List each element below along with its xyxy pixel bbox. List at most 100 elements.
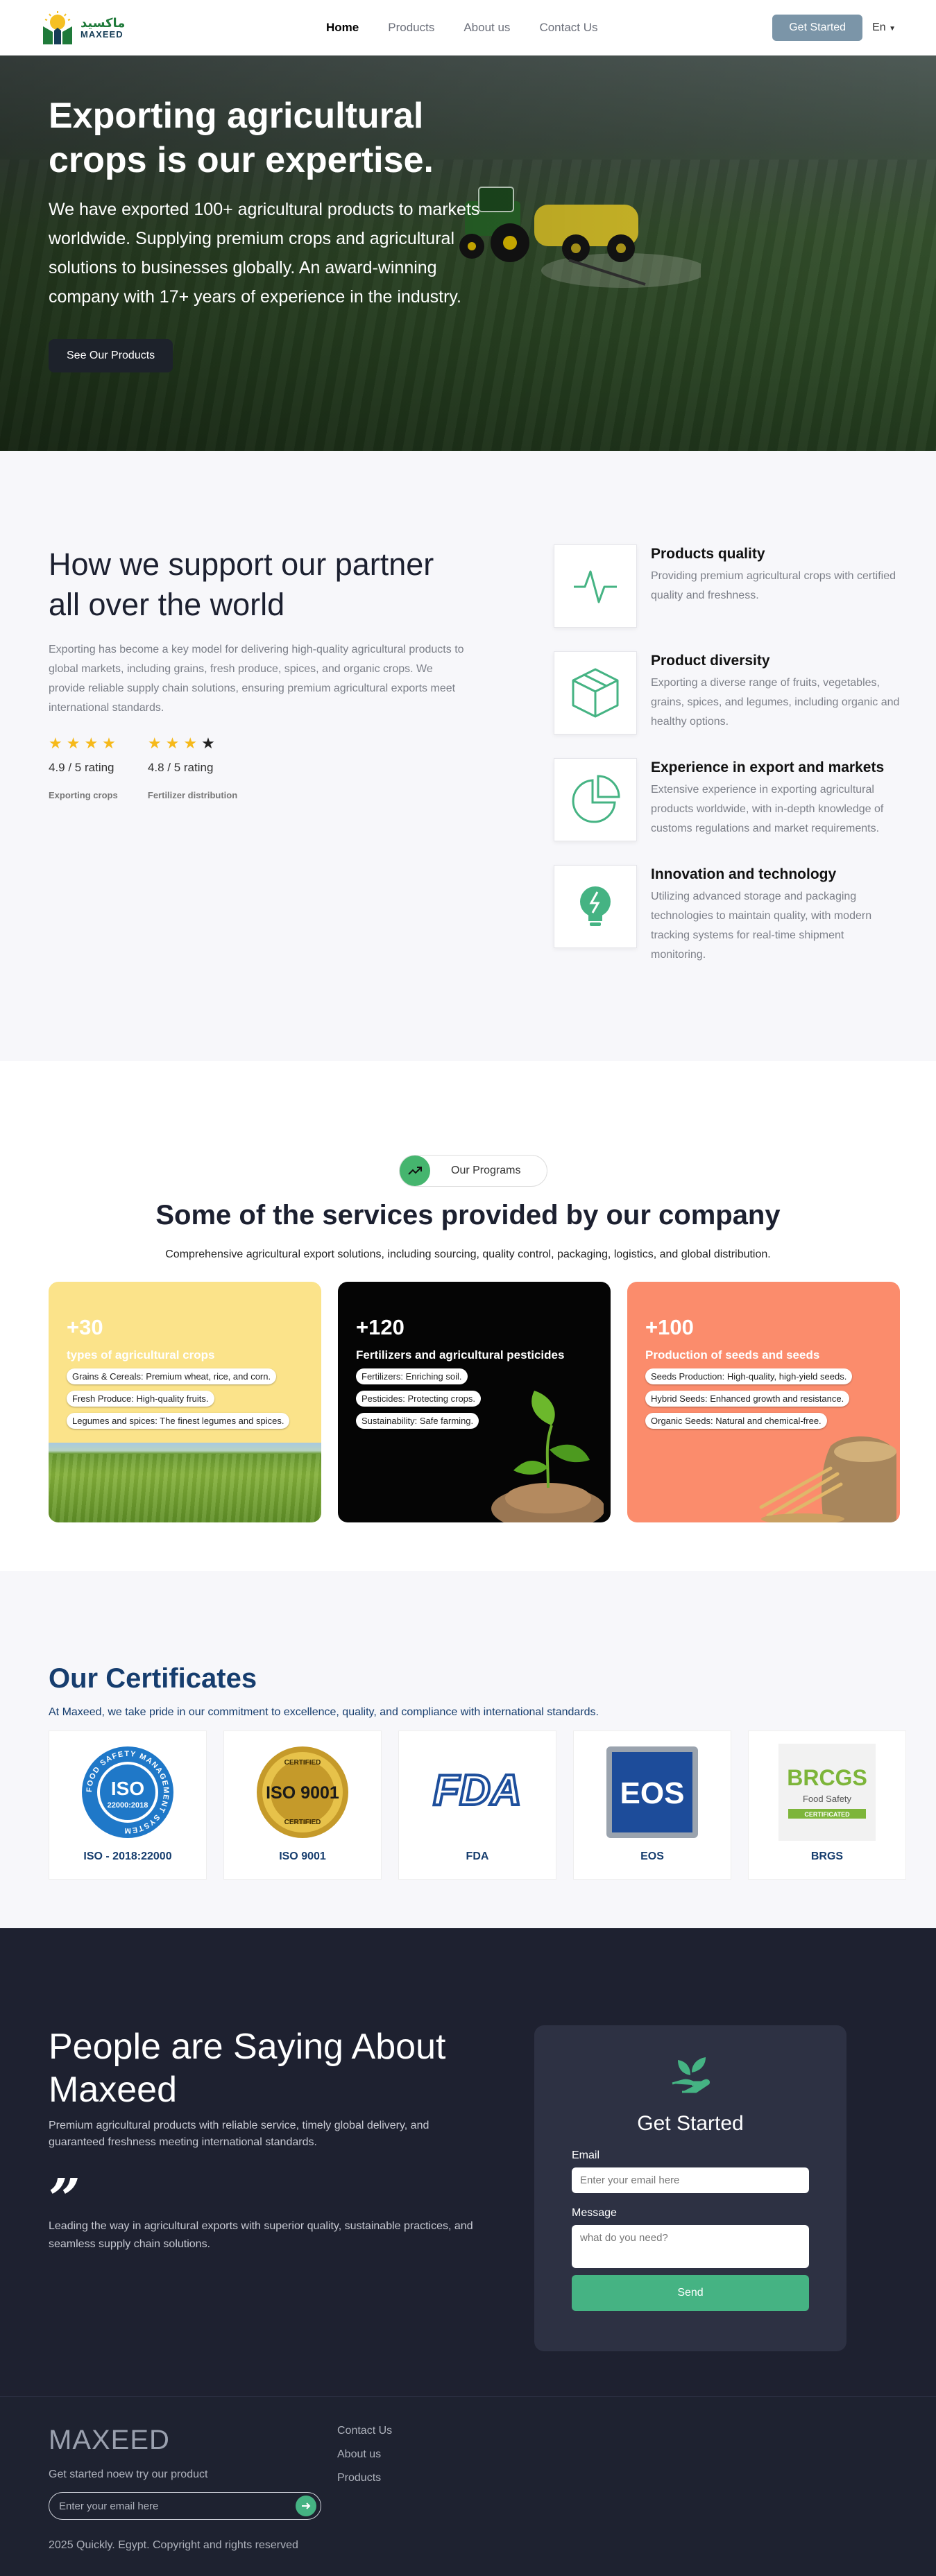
rating-value: 4.8 / 5 rating (147, 761, 214, 774)
lightbulb-icon (580, 886, 611, 926)
pie-chart-icon (572, 775, 620, 823)
footer-link-products[interactable]: Products (337, 2472, 392, 2484)
sprout-pellets-image (491, 1391, 604, 1522)
card-title: Production of seeds and seeds (645, 1348, 820, 1362)
service-card-seeds[interactable]: +100 Production of seeds and seeds Seeds… (627, 1282, 900, 1522)
programs-pill-label: Our Programs (451, 1165, 521, 1176)
card-title: types of agricultural crops (67, 1348, 215, 1362)
services-subtitle: Comprehensive agricultural export soluti… (165, 1248, 771, 1260)
card-item: Pesticides: Protecting crops. (356, 1391, 482, 1407)
certificates-section: Our Certificates At Maxeed, we take prid… (0, 1571, 936, 1928)
get-started-button[interactable]: Get Started (772, 15, 863, 41)
card-item: Sustainability: Safe farming. (356, 1413, 479, 1429)
caret-down-icon: ▼ (889, 25, 896, 33)
footer-link-contact[interactable]: Contact Us (337, 2425, 392, 2437)
language-selector[interactable]: En ▼ (872, 22, 896, 34)
footer: MAXEED Get started noew try our product … (0, 2396, 936, 2576)
feature-title: Product diversity (651, 653, 770, 669)
fda-logo-text: FDA (433, 1767, 521, 1814)
brcgs-ribbon-text: CERTIFICATED (804, 1811, 850, 1818)
arrow-right-icon[interactable] (296, 2496, 316, 2516)
footer-link-about[interactable]: About us (337, 2448, 392, 2461)
nav-link-contact[interactable]: Contact Us (539, 21, 597, 35)
hero-title: Exporting agricultural crops is our expe… (49, 96, 434, 180)
testimonials-text: Premium agricultural products with relia… (49, 2120, 429, 2148)
logo-mark-icon (40, 10, 75, 46)
eos-logo-icon: EOS (606, 1746, 698, 1838)
logo[interactable]: ماكسيد MAXEED (40, 10, 125, 46)
wheat-sack-image (759, 1436, 896, 1522)
cert-fda: FDA FDA (398, 1731, 556, 1880)
footer-email-input[interactable]: Enter your email here (49, 2492, 321, 2520)
language-label: En (872, 22, 886, 33)
rating-value: 4.9 / 5 rating (49, 761, 114, 774)
feature-title: Products quality (651, 546, 765, 562)
certificates-title: Our Certificates (49, 1663, 257, 1694)
footer-tagline: Get started noew try our product (49, 2468, 208, 2480)
brcgs-logo-text: BRCGS (787, 1765, 867, 1790)
nav-link-products[interactable]: Products (388, 21, 434, 35)
feature-title: Experience in export and markets (651, 759, 885, 775)
fda-logo-icon: FDA (432, 1765, 522, 1816)
footer-brand: MAXEED (49, 2425, 170, 2455)
card-item: Fertilizers: Enriching soil. (356, 1368, 468, 1384)
cert-iso9001: CERTIFIED ISO 9001 CERTIFIED ISO 9001 (223, 1731, 382, 1880)
nav-links: Home Products About us Contact Us (326, 21, 598, 35)
support-title: How we support our partner all over the … (49, 547, 434, 622)
iso-9001-badge-icon: CERTIFIED ISO 9001 CERTIFIED (257, 1746, 348, 1838)
cert-label: BRGS (810, 1851, 844, 1862)
nav-link-home[interactable]: Home (326, 21, 359, 35)
green-field-image (49, 1443, 321, 1522)
feature-text: Providing premium agricultural crops wit… (651, 570, 896, 601)
cert-eos: EOS EOS (573, 1731, 731, 1880)
email-field[interactable]: Enter your email here (572, 2167, 809, 2193)
feature-text: Utilizing advanced storage and packaging… (651, 891, 872, 961)
cert-label: ISO 9001 (279, 1851, 326, 1862)
services-title: Some of the services provided by our com… (155, 1200, 781, 1230)
support-description: Exporting has become a key model for del… (49, 644, 464, 714)
feature-innovation: Innovation and technology Utilizing adva… (554, 865, 901, 965)
footer-email-placeholder: Enter your email here (59, 2500, 159, 2512)
rating-label: Exporting crops (49, 790, 118, 800)
message-label: Message (572, 2207, 617, 2219)
cert-label: FDA (466, 1851, 489, 1862)
top-navbar: ماكسيد MAXEED Home Products About us Con… (0, 0, 936, 55)
support-section: How we support our partner all over the … (0, 451, 936, 1061)
card-item: Legumes and spices: The finest legumes a… (67, 1413, 290, 1429)
feature-title: Innovation and technology (651, 866, 837, 882)
box-icon (572, 668, 619, 718)
logo-arabic-text: ماكسيد (80, 15, 126, 31)
feature-quality: Products quality Providing premium agric… (554, 544, 901, 628)
service-card-fertilizers[interactable]: +120 Fertilizers and agricultural pestic… (338, 1282, 611, 1522)
card-count: +30 (67, 1315, 103, 1339)
rating-label: Fertilizer distribution (147, 790, 238, 800)
send-button[interactable]: Send (572, 2275, 809, 2311)
rating-fertilizer: ★★★★ 4.8 / 5 rating Fertilizer distribut… (148, 735, 237, 800)
contact-form: Get Started Email Enter your email here … (534, 2025, 846, 2351)
services-section: Our Programs Some of the services provid… (0, 1061, 936, 1571)
cert-label: ISO - 2018:22000 (83, 1851, 172, 1862)
cert-brgs: BRCGS Food Safety CERTIFICATED BRGS (748, 1731, 906, 1880)
feature-experience: Experience in export and markets Extensi… (554, 758, 901, 841)
card-item: Fresh Produce: High-quality fruits. (67, 1391, 214, 1407)
service-card-crops[interactable]: +30 types of agricultural crops Grains &… (49, 1282, 321, 1522)
iso9001-badge-top-text: CERTIFIED (284, 1759, 321, 1767)
star-rating-icon: ★★★★ (49, 735, 120, 752)
message-field[interactable]: what do you need? (572, 2225, 809, 2268)
rating-exporting: ★★★★ 4.9 / 5 rating Exporting crops (49, 735, 120, 800)
cert-iso22000: FOOD SAFETY MANAGEMENT SYSTEM ISO 22000:… (49, 1731, 207, 1880)
feature-text: Exporting a diverse range of fruits, veg… (651, 677, 900, 728)
testimonials-title: People are Saying About Maxeed (49, 2027, 446, 2110)
star-rating-icon: ★★★★ (147, 735, 219, 752)
testimonial-quote: Leading the way in agricultural exports … (49, 2220, 473, 2250)
feature-text: Extensive experience in exporting agricu… (651, 784, 884, 834)
iso9001-badge-text: ISO 9001 (266, 1783, 339, 1803)
hero-section: Exporting agricultural crops is our expe… (0, 55, 936, 451)
see-products-button[interactable]: See Our Products (49, 339, 173, 372)
feature-diversity: Product diversity Exporting a diverse ra… (554, 651, 901, 735)
card-count: +120 (356, 1315, 405, 1339)
brcgs-logo-subtext: Food Safety (803, 1794, 852, 1804)
nav-link-about[interactable]: About us (463, 21, 510, 35)
email-label: Email (572, 2149, 600, 2161)
eos-logo-text: EOS (620, 1776, 685, 1810)
